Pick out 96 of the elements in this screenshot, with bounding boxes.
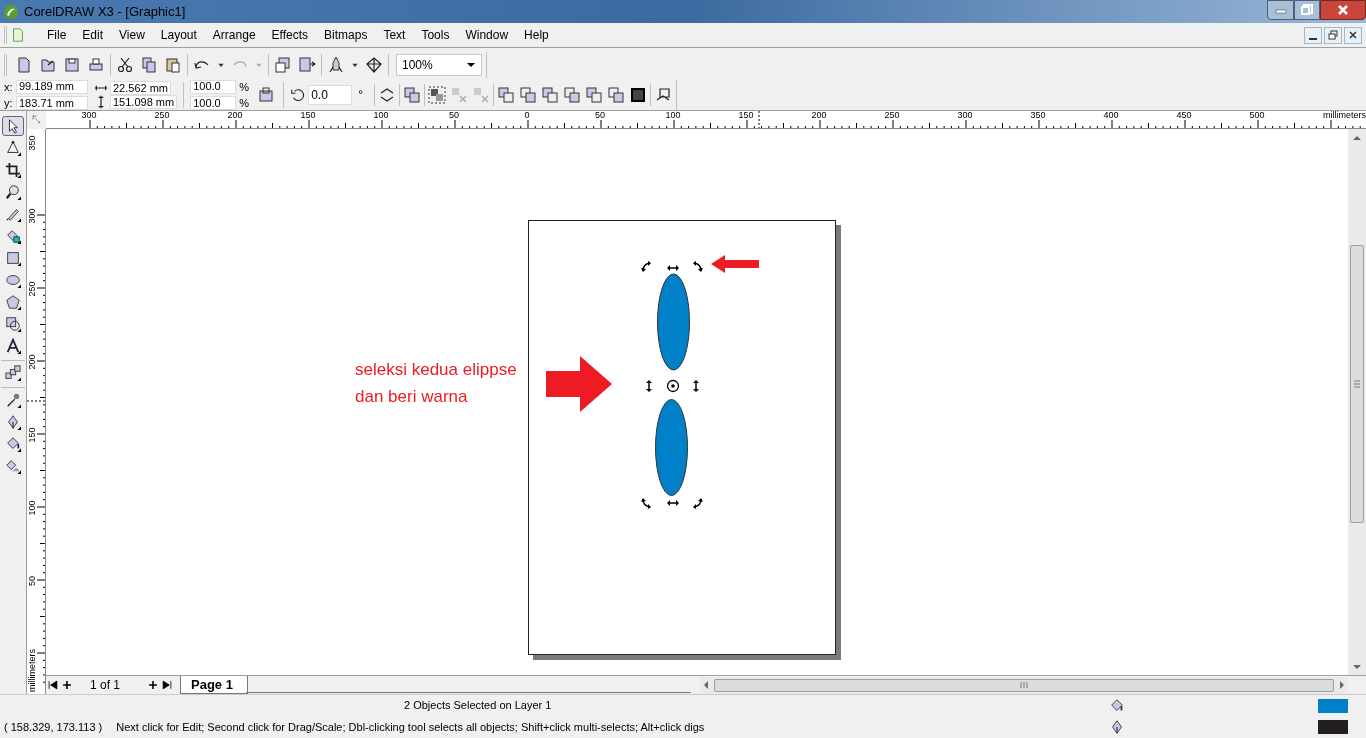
ruler-unit: millimeters: [28, 649, 37, 692]
scroll-thumb[interactable]: [714, 678, 1334, 692]
ruler-label: 150: [28, 427, 37, 443]
percent-label: %: [239, 79, 250, 95]
rotate-icon: [290, 87, 307, 103]
minimize-icon: [1309, 37, 1317, 40]
ruler-label: 100: [372, 111, 390, 120]
menu-item[interactable]: Effects: [263, 26, 317, 44]
scroll-up-icon[interactable]: [1353, 134, 1361, 141]
input-field[interactable]: 183.71 mm: [16, 96, 88, 111]
combine-icon[interactable]: [425, 84, 448, 106]
document-minimize-button[interactable]: [1304, 26, 1322, 44]
ruler-label: 500: [1248, 111, 1266, 120]
annotation-text: seleksi kedua elippse dan beri warna: [355, 359, 517, 408]
ruler-label: 150: [299, 111, 317, 120]
arrow-icon: [546, 356, 612, 412]
page-count: 1 of 1: [90, 677, 122, 694]
ruler-label: 250: [883, 111, 901, 120]
fill-icon: [1109, 697, 1125, 714]
ruler-label: 250: [153, 111, 171, 120]
input-field[interactable]: 0.0: [308, 85, 353, 105]
document-restore-button[interactable]: [1324, 26, 1342, 44]
ruler-label: 350: [1029, 111, 1047, 120]
field-label: y:: [4, 96, 14, 111]
menu-item[interactable]: Edit: [74, 26, 112, 44]
field-label: x:: [4, 79, 14, 95]
menu-item[interactable]: Layout: [152, 26, 205, 44]
ruler-label: 100: [28, 500, 37, 516]
drawing-canvas[interactable]: seleksi kedua elippse dan beri warna: [46, 129, 1348, 675]
ruler-label: 200: [810, 111, 828, 120]
ruler-label: 100: [664, 111, 682, 120]
caret-icon: [466, 61, 476, 68]
ruler-label: 350: [28, 135, 37, 151]
input-field[interactable]: 22.562 mm: [110, 81, 172, 95]
app-logo-icon: [3, 3, 19, 20]
ruler-label: 250: [28, 281, 37, 297]
outline-pen-icon: [1109, 719, 1125, 735]
minimize-icon: [1274, 6, 1287, 14]
selection-status: 2 Objects Selected on Layer 1: [404, 698, 552, 714]
input-field[interactable]: 100.0: [190, 79, 237, 94]
menu-item[interactable]: Tools: [413, 26, 458, 44]
degree-label: °: [358, 87, 363, 104]
pick-tool-icon[interactable]: [2, 116, 24, 136]
ruler-label: 300: [28, 208, 37, 224]
blend-tool-icon[interactable]: [2, 363, 24, 383]
arrow-icon: [711, 255, 759, 273]
restore-button[interactable]: [1294, 0, 1320, 20]
grip-icon: [1354, 380, 1360, 388]
transform-handle-icon[interactable]: [640, 496, 654, 510]
grip-icon: [1020, 682, 1028, 688]
menu-item[interactable]: Help: [516, 26, 557, 44]
transform-handle-icon[interactable]: [640, 260, 654, 274]
ruler-label: 50: [594, 111, 606, 120]
ellipse[interactable]: [657, 273, 690, 371]
page-tab[interactable]: Page 1: [180, 676, 248, 694]
menu-item[interactable]: File: [39, 26, 75, 44]
ruler-label: 300: [956, 111, 974, 120]
ruler-label: 50: [448, 111, 460, 120]
ruler-label: 450: [1175, 111, 1193, 120]
ruler-label: 50: [28, 576, 37, 586]
ruler-label: 300: [80, 111, 98, 120]
ruler-label: 150: [737, 111, 755, 120]
add-page-icon[interactable]: [146, 678, 160, 692]
ellipse[interactable]: [655, 399, 688, 496]
zoom-dropdown[interactable]: 100%: [396, 53, 482, 76]
menu-item[interactable]: Arrange: [204, 26, 264, 44]
status-hint: Next click for Edit; Second click for Drag/Scale; Dbl-clicking tool selects all objects; Shift+click multi-selects; Alt+click digs: [116, 719, 705, 735]
input-field[interactable]: 151.098 mm: [110, 95, 178, 109]
restore-icon: [1326, 28, 1340, 42]
menu-item[interactable]: Text: [375, 26, 414, 44]
ruler-unit: millimeters: [1321, 111, 1366, 120]
menu-item[interactable]: Bitmaps: [316, 26, 376, 44]
scroll-thumb[interactable]: [1350, 245, 1364, 523]
close-icon: [1337, 4, 1349, 16]
add-page-icon[interactable]: [60, 678, 74, 692]
menu-item[interactable]: Window: [457, 26, 517, 44]
ruler-label: 200: [28, 354, 37, 370]
cursor-coordinates: ( 158.329, 173.113 ): [4, 719, 103, 735]
rotation-center-icon[interactable]: [666, 379, 680, 393]
ruler-label: 200: [226, 111, 244, 120]
minimize-button[interactable]: [1267, 0, 1294, 20]
scroll-down-icon[interactable]: [1353, 663, 1361, 670]
input-field[interactable]: 100.0: [190, 96, 237, 111]
ruler-label: 0: [523, 111, 531, 120]
document-icon: [10, 27, 26, 43]
ruler-origin-icon[interactable]: [30, 114, 43, 126]
document-close-button[interactable]: [1344, 26, 1362, 44]
window-title: CorelDRAW X3 - [Graphic1]: [24, 2, 186, 21]
close-button[interactable]: [1320, 0, 1366, 20]
menu-item[interactable]: View: [111, 26, 153, 44]
last-page-icon[interactable]: [160, 678, 174, 692]
restore-icon: [1301, 4, 1313, 16]
input-field[interactable]: 99.189 mm: [16, 79, 88, 94]
percent-label: %: [239, 96, 250, 111]
ruler-label: 400: [1102, 111, 1120, 120]
first-page-icon[interactable]: [46, 678, 60, 692]
